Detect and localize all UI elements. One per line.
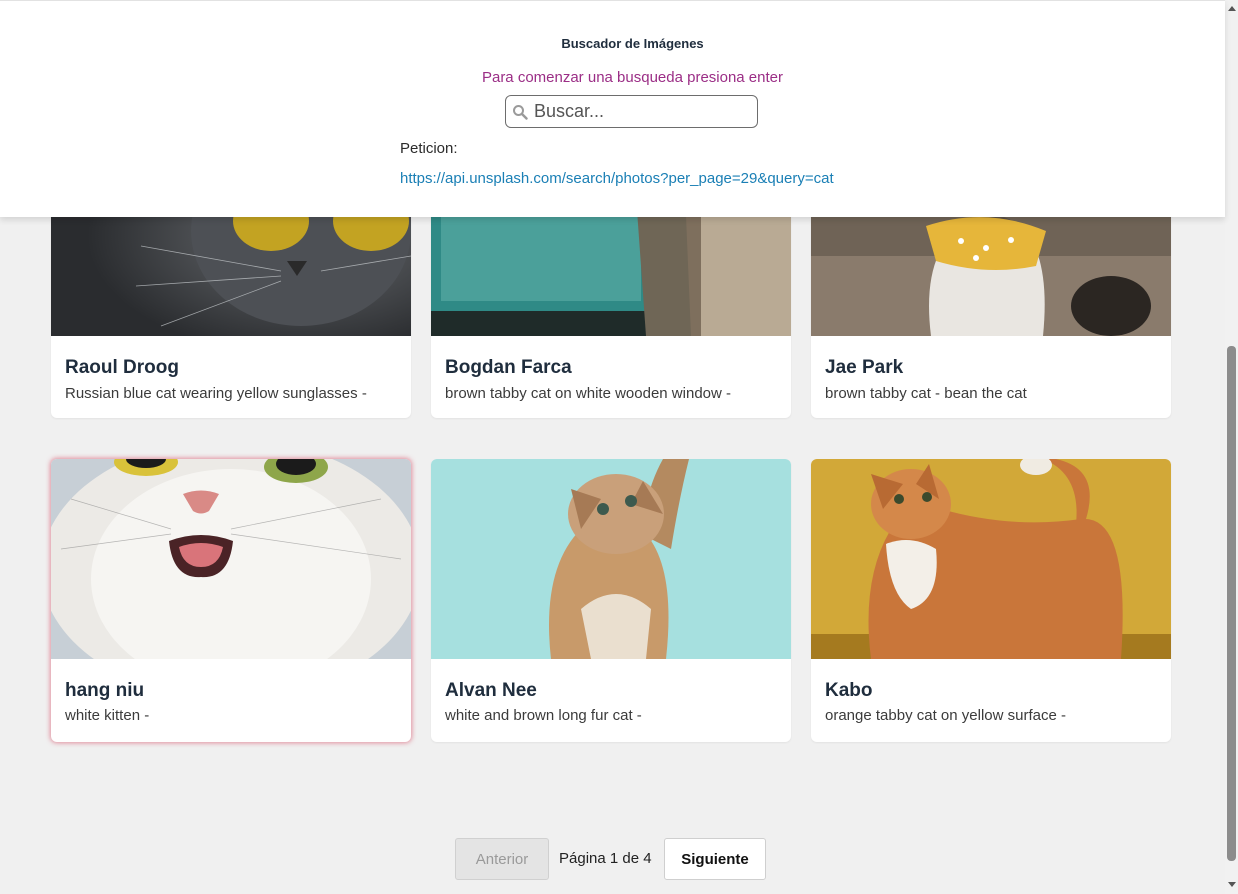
card-description: orange tabby cat on yellow surface - bbox=[825, 707, 1066, 724]
card-author: Raoul Droog bbox=[65, 357, 179, 378]
request-label: Peticion: bbox=[400, 140, 458, 157]
search-header: Buscador de Imágenes Para comenzar una b… bbox=[0, 0, 1225, 217]
image-card[interactable]: hang niu white kitten - bbox=[51, 459, 411, 742]
card-author: Bogdan Farca bbox=[445, 357, 572, 378]
card-author: Kabo bbox=[825, 680, 873, 701]
search-input[interactable] bbox=[534, 98, 754, 125]
scroll-up-arrow-icon[interactable] bbox=[1228, 6, 1236, 11]
card-description: white kitten - bbox=[65, 707, 150, 724]
app-title: Buscador de Imágenes bbox=[561, 36, 704, 51]
search-icon bbox=[513, 105, 528, 120]
image-card[interactable]: Kabo orange tabby cat on yellow surface … bbox=[811, 459, 1171, 742]
card-image bbox=[431, 459, 791, 659]
previous-page-button[interactable]: Anterior bbox=[455, 838, 549, 880]
page-indicator: Página 1 de 4 bbox=[559, 850, 652, 867]
card-author: Jae Park bbox=[825, 357, 904, 378]
card-description: white and brown long fur cat - bbox=[445, 707, 642, 724]
card-description: brown tabby cat on white wooden window - bbox=[445, 385, 731, 402]
image-card[interactable]: Alvan Nee white and brown long fur cat - bbox=[431, 459, 791, 742]
card-image bbox=[51, 459, 411, 659]
request-url-link[interactable]: https://api.unsplash.com/search/photos?p… bbox=[400, 170, 834, 187]
scroll-down-arrow-icon[interactable] bbox=[1228, 882, 1236, 887]
vertical-scrollbar[interactable] bbox=[1225, 0, 1238, 894]
next-page-button[interactable]: Siguiente bbox=[664, 838, 766, 880]
search-hint: Para comenzar una busqueda presiona ente… bbox=[481, 69, 784, 86]
search-box[interactable] bbox=[505, 95, 758, 128]
scrollbar-thumb[interactable] bbox=[1227, 346, 1236, 861]
card-description: brown tabby cat - bean the cat bbox=[825, 385, 1027, 402]
card-author: Alvan Nee bbox=[445, 680, 537, 701]
card-image bbox=[811, 459, 1171, 659]
card-author: hang niu bbox=[65, 680, 145, 701]
card-description: Russian blue cat wearing yellow sunglass… bbox=[65, 385, 367, 402]
